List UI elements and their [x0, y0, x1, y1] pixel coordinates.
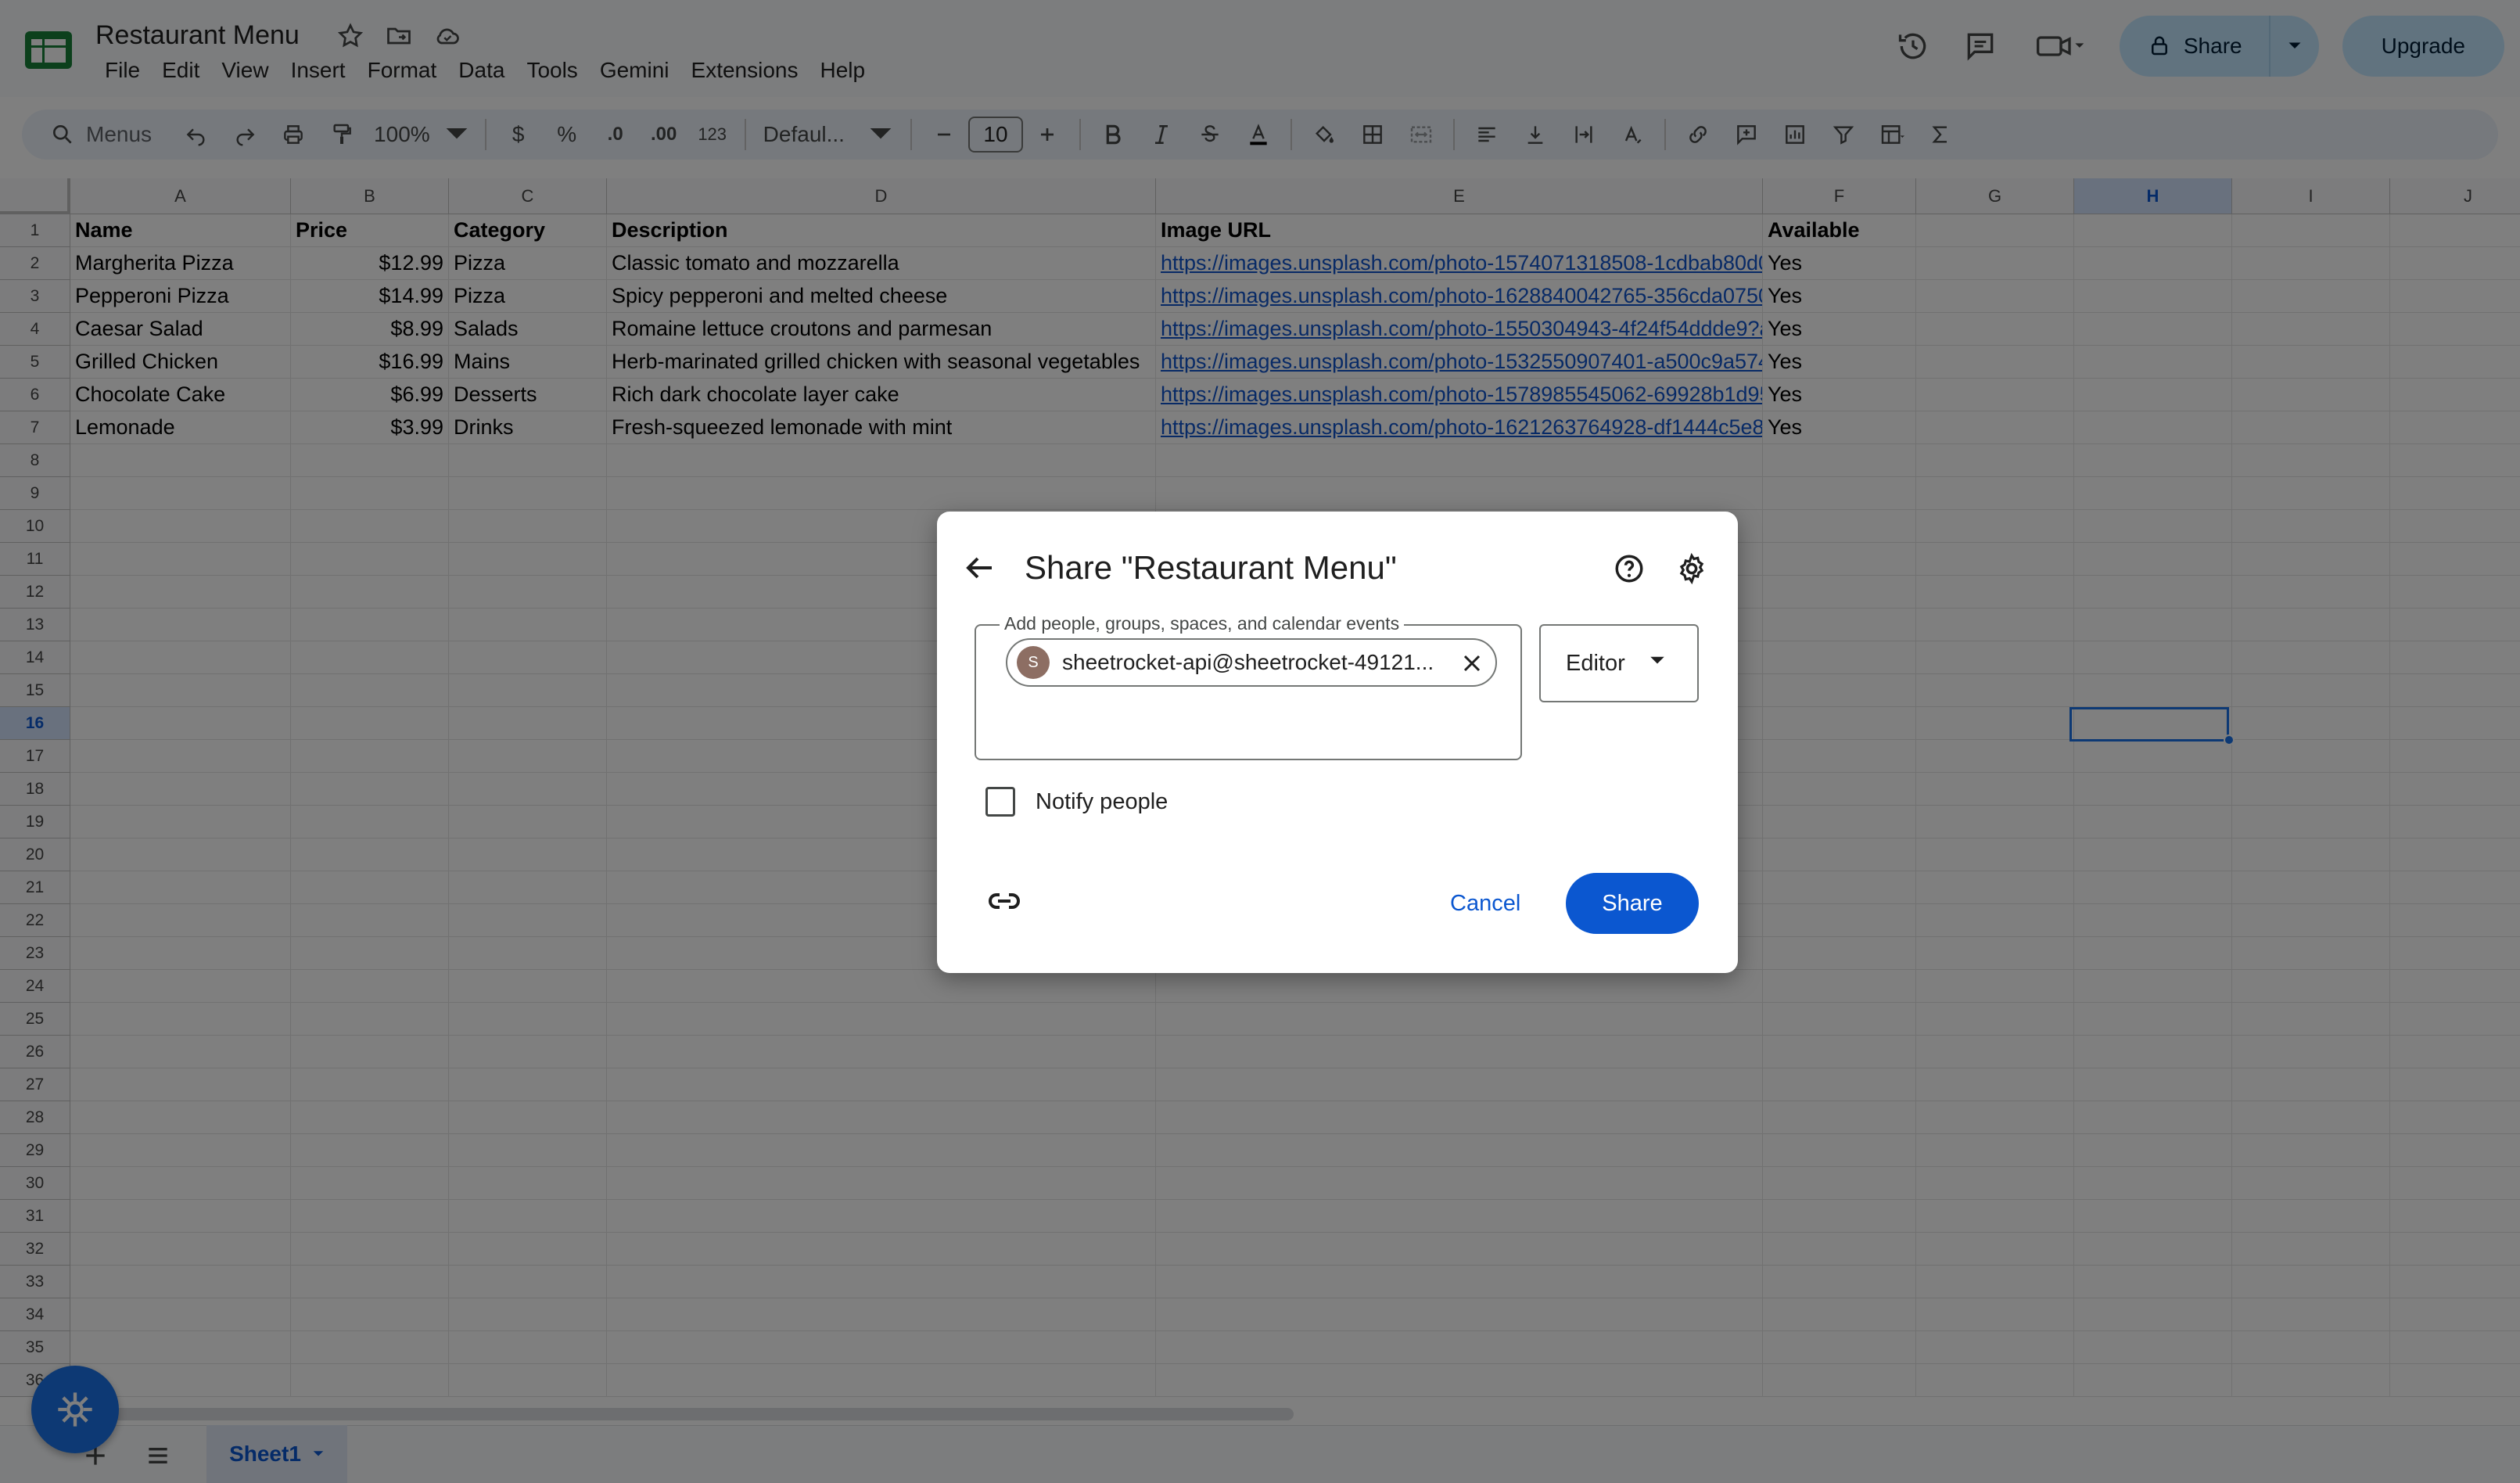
close-icon[interactable] [1458, 649, 1486, 677]
recipient-email: sheetrocket-api@sheetrocket-49121... [1062, 650, 1434, 674]
notify-people-row[interactable]: Notify people [985, 787, 1168, 817]
share-dialog: Share "Restaurant Menu" Add people, grou… [937, 512, 1738, 973]
add-people-input[interactable]: Add people, groups, spaces, and calendar… [975, 613, 1522, 760]
help-icon[interactable] [1613, 552, 1646, 585]
share-dialog-title: Share "Restaurant Menu" [1025, 549, 1397, 586]
gear-icon[interactable] [1675, 552, 1708, 585]
add-people-label: Add people, groups, spaces, and calendar… [1000, 613, 1405, 634]
cancel-button[interactable]: Cancel [1431, 873, 1539, 934]
notify-people-label: Notify people [1036, 788, 1168, 814]
back-arrow-icon[interactable] [960, 549, 998, 587]
notify-people-checkbox[interactable] [985, 787, 1015, 817]
role-select[interactable]: Editor [1539, 624, 1699, 702]
share-confirm-button[interactable]: Share [1566, 873, 1699, 934]
avatar: S [1017, 646, 1050, 679]
recipient-chip[interactable]: S sheetrocket-api@sheetrocket-49121... [1006, 638, 1497, 687]
copy-link-icon[interactable] [985, 882, 1023, 920]
caret-down-icon [1650, 656, 1664, 664]
role-value: Editor [1566, 650, 1625, 676]
spreadsheet-app: Restaurant Menu File Edit View Insert Fo… [0, 0, 2520, 1483]
